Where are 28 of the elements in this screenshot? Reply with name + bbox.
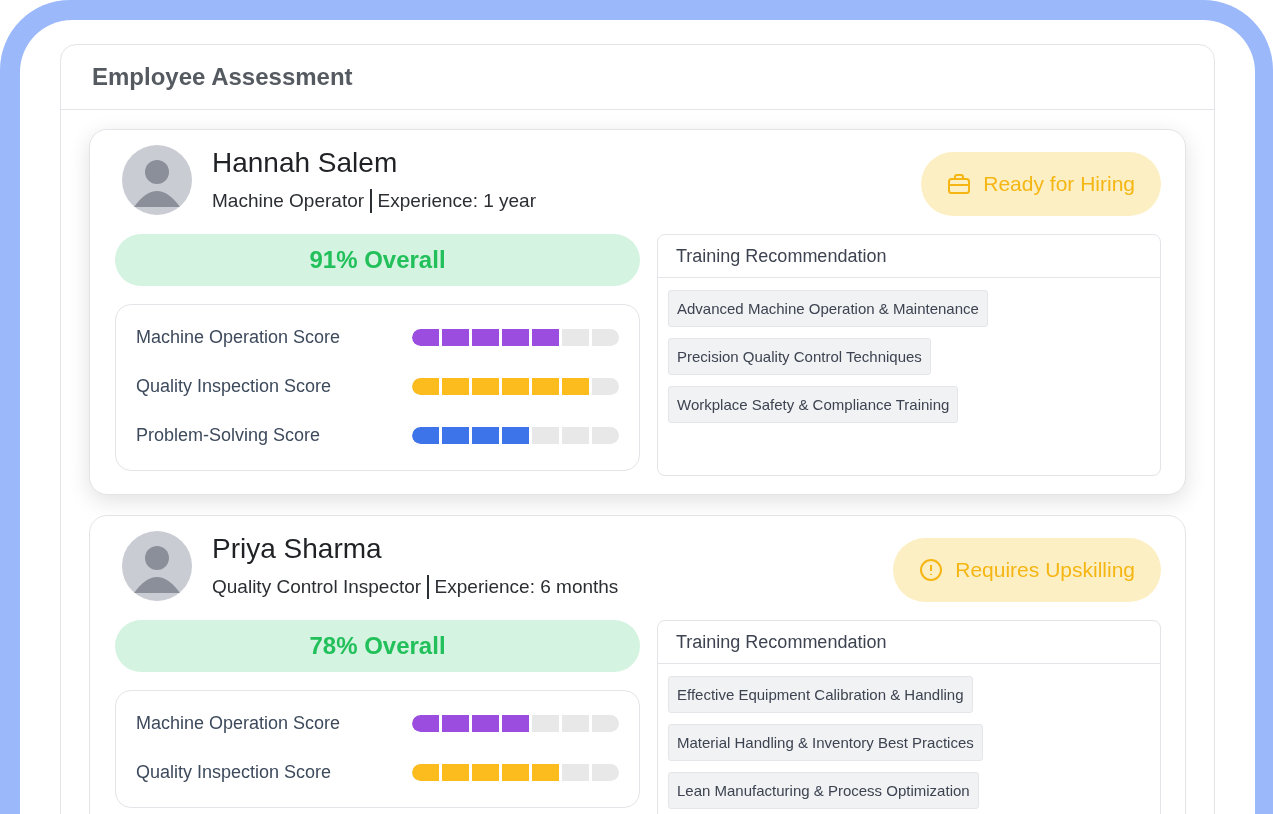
avatar-icon	[122, 145, 192, 215]
alert-icon	[919, 558, 944, 582]
score-label: Problem-Solving Score	[136, 425, 321, 446]
training-tag: Precision Quality Control Techniques	[668, 338, 931, 375]
overall-score-badge: 78% Overall	[115, 620, 640, 672]
status-badge: Ready for Hiring	[921, 152, 1161, 216]
training-tag: Material Handling & Inventory Best Practices	[668, 724, 983, 761]
avatar-icon	[122, 531, 192, 601]
score-label: Machine Operation Score	[136, 327, 341, 348]
score-label: Machine Operation Score	[136, 713, 341, 734]
overall-score-badge: 91% Overall	[115, 234, 640, 286]
training-tag: Advanced Machine Operation & Maintenance	[668, 290, 988, 327]
employee-name: Hannah Salem	[212, 147, 399, 179]
employee-name: Priya Sharma	[212, 533, 383, 565]
job-title: Machine Operator	[212, 190, 365, 212]
panel-title: Employee Assessment	[92, 63, 353, 91]
status-badge: Requires Upskilling	[893, 538, 1161, 602]
job-title: Quality Control Inspector	[212, 576, 422, 598]
score-label: Quality Inspection Score	[136, 376, 332, 397]
experience-text: Experience: 1 year	[377, 190, 536, 212]
training-tag: Lean Manufacturing & Process Optimization	[668, 772, 979, 809]
score-label: Quality Inspection Score	[136, 762, 332, 783]
briefcase-icon	[947, 172, 972, 196]
training-tag: Workplace Safety & Compliance Training	[668, 386, 959, 423]
training-title: Training Recommendation	[676, 245, 887, 267]
experience-text: Experience: 6 months	[434, 576, 619, 598]
training-tag: Effective Equipment Calibration & Handling	[668, 676, 973, 713]
training-title: Training Recommendation	[676, 631, 887, 653]
